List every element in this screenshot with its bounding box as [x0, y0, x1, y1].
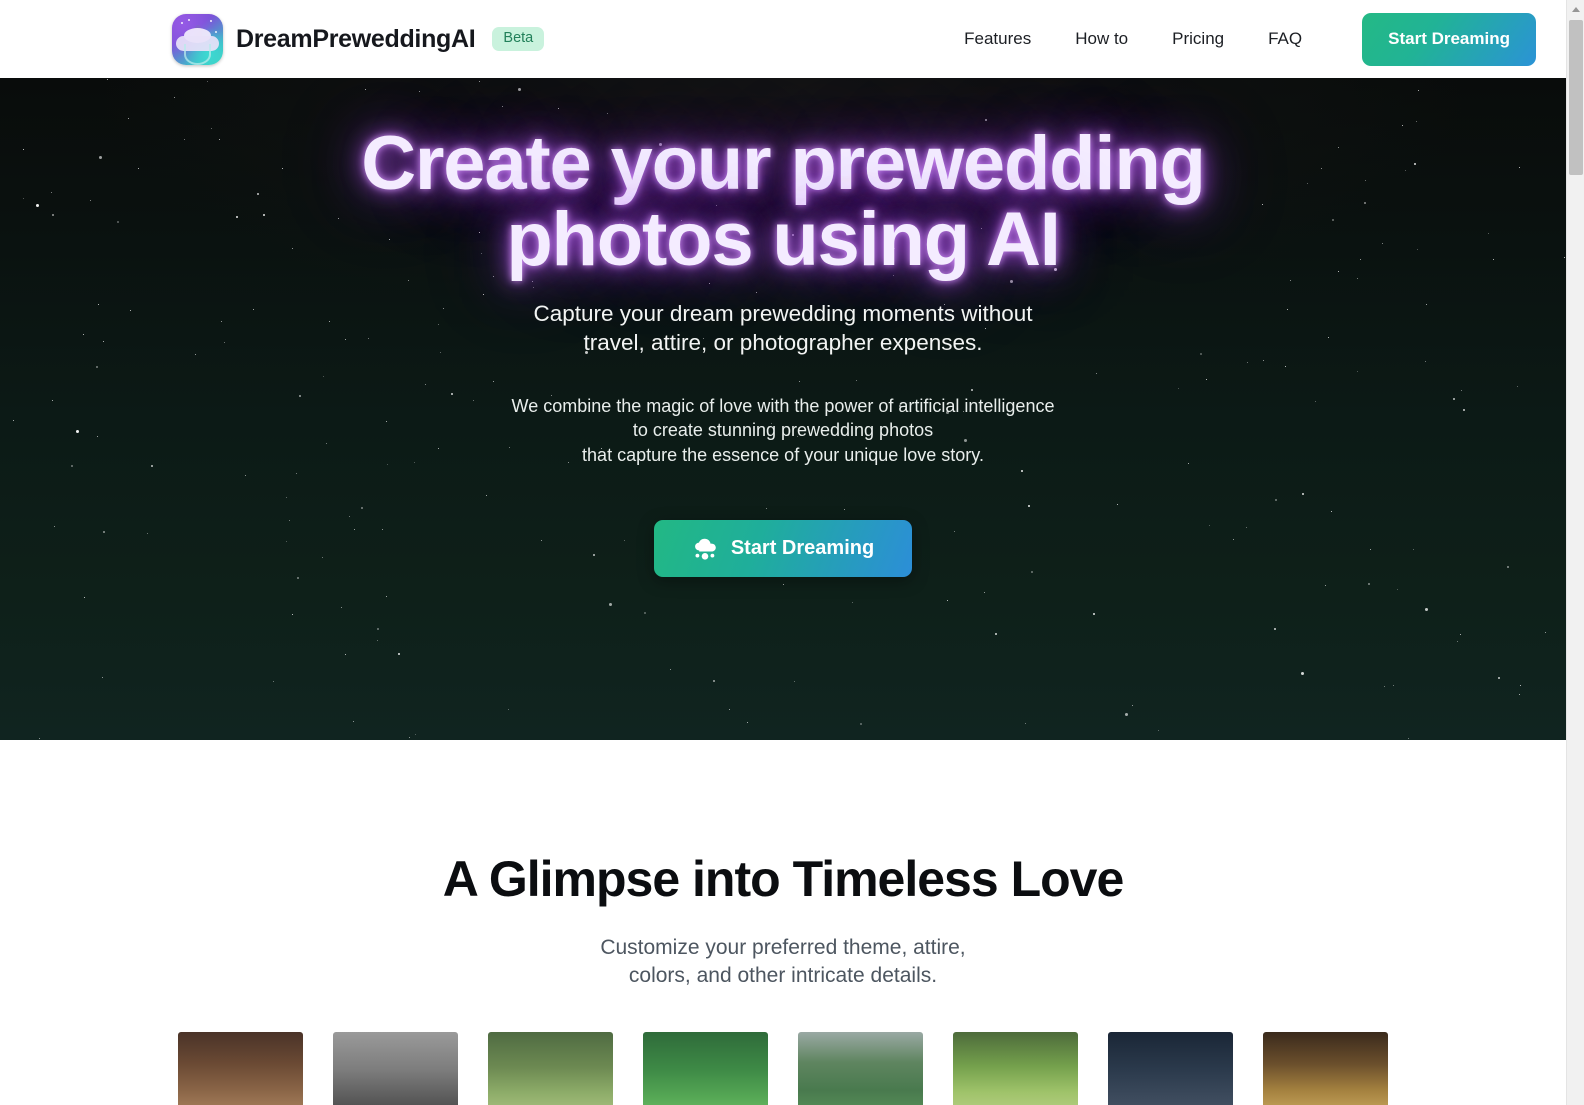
- page-scrollbar[interactable]: [1566, 0, 1584, 1105]
- nav-link-faq[interactable]: FAQ: [1246, 29, 1324, 49]
- page-root: DreamPreweddingAI Beta Features How to P…: [0, 0, 1584, 1105]
- beta-badge: Beta: [492, 27, 545, 51]
- gallery-thumbnail-row: [0, 1032, 1566, 1105]
- hero-subtitle-line-2: travel, attire, or photographer expenses…: [583, 329, 983, 355]
- hero-subtitle-line-1: Capture your dream prewedding moments wi…: [533, 301, 1033, 326]
- gallery-thumbnail[interactable]: [798, 1032, 923, 1105]
- gallery-subtitle-line-1: Customize your preferred theme, attire,: [600, 936, 966, 959]
- scrollbar-thumb[interactable]: [1569, 20, 1583, 175]
- hero-title: Create your prewedding photos using AI: [333, 126, 1233, 278]
- hero-body-line-3: that capture the essence of your unique …: [582, 445, 984, 466]
- dream-cloud-logo-icon: [172, 13, 223, 65]
- chevron-up-icon[interactable]: [1567, 0, 1584, 18]
- header-start-dreaming-button[interactable]: Start Dreaming: [1362, 12, 1536, 66]
- gallery-thumbnail[interactable]: [643, 1032, 768, 1105]
- gallery-subtitle: Customize your preferred theme, attire, …: [0, 934, 1566, 990]
- hero-body-line-2: to create stunning prewedding photos: [632, 420, 934, 441]
- gallery-thumbnail[interactable]: [333, 1032, 458, 1105]
- hero-body-text: We combine the magic of love with the po…: [0, 394, 1566, 468]
- browser-viewport: DreamPreweddingAI Beta Features How to P…: [0, 0, 1566, 1105]
- brand-name: DreamPreweddingAI: [236, 24, 476, 53]
- hero-title-line-2: photos using AI: [506, 197, 1061, 282]
- cloud-dream-icon: [692, 538, 718, 560]
- hero-title-line-1: Create your prewedding: [361, 121, 1206, 206]
- nav-link-pricing[interactable]: Pricing: [1150, 29, 1246, 49]
- gallery-thumbnail[interactable]: [1108, 1032, 1233, 1105]
- brand[interactable]: DreamPreweddingAI Beta: [172, 13, 545, 65]
- gallery-thumbnail[interactable]: [178, 1032, 303, 1105]
- gallery-thumbnail[interactable]: [953, 1032, 1078, 1105]
- gallery-thumbnail[interactable]: [1263, 1032, 1388, 1105]
- nav-link-features[interactable]: Features: [942, 29, 1053, 49]
- hero-start-dreaming-button[interactable]: Start Dreaming: [653, 520, 913, 578]
- primary-nav: Features How to Pricing FAQ Start Dreami…: [942, 12, 1536, 66]
- nav-link-how-to[interactable]: How to: [1053, 29, 1150, 49]
- hero-cta-label: Start Dreaming: [730, 537, 875, 560]
- site-header: DreamPreweddingAI Beta Features How to P…: [0, 0, 1566, 78]
- hero-body-line-1: We combine the magic of love with the po…: [511, 395, 1055, 416]
- hero-section: Create your prewedding photos using AI C…: [0, 78, 1566, 740]
- gallery-title: A Glimpse into Timeless Love: [442, 851, 1125, 907]
- gallery-subtitle-line-2: colors, and other intricate details.: [628, 964, 938, 988]
- gallery-section: A Glimpse into Timeless Love Customize y…: [0, 740, 1566, 1105]
- gallery-thumbnail[interactable]: [488, 1032, 613, 1105]
- hero-subtitle: Capture your dream prewedding moments wi…: [0, 300, 1566, 358]
